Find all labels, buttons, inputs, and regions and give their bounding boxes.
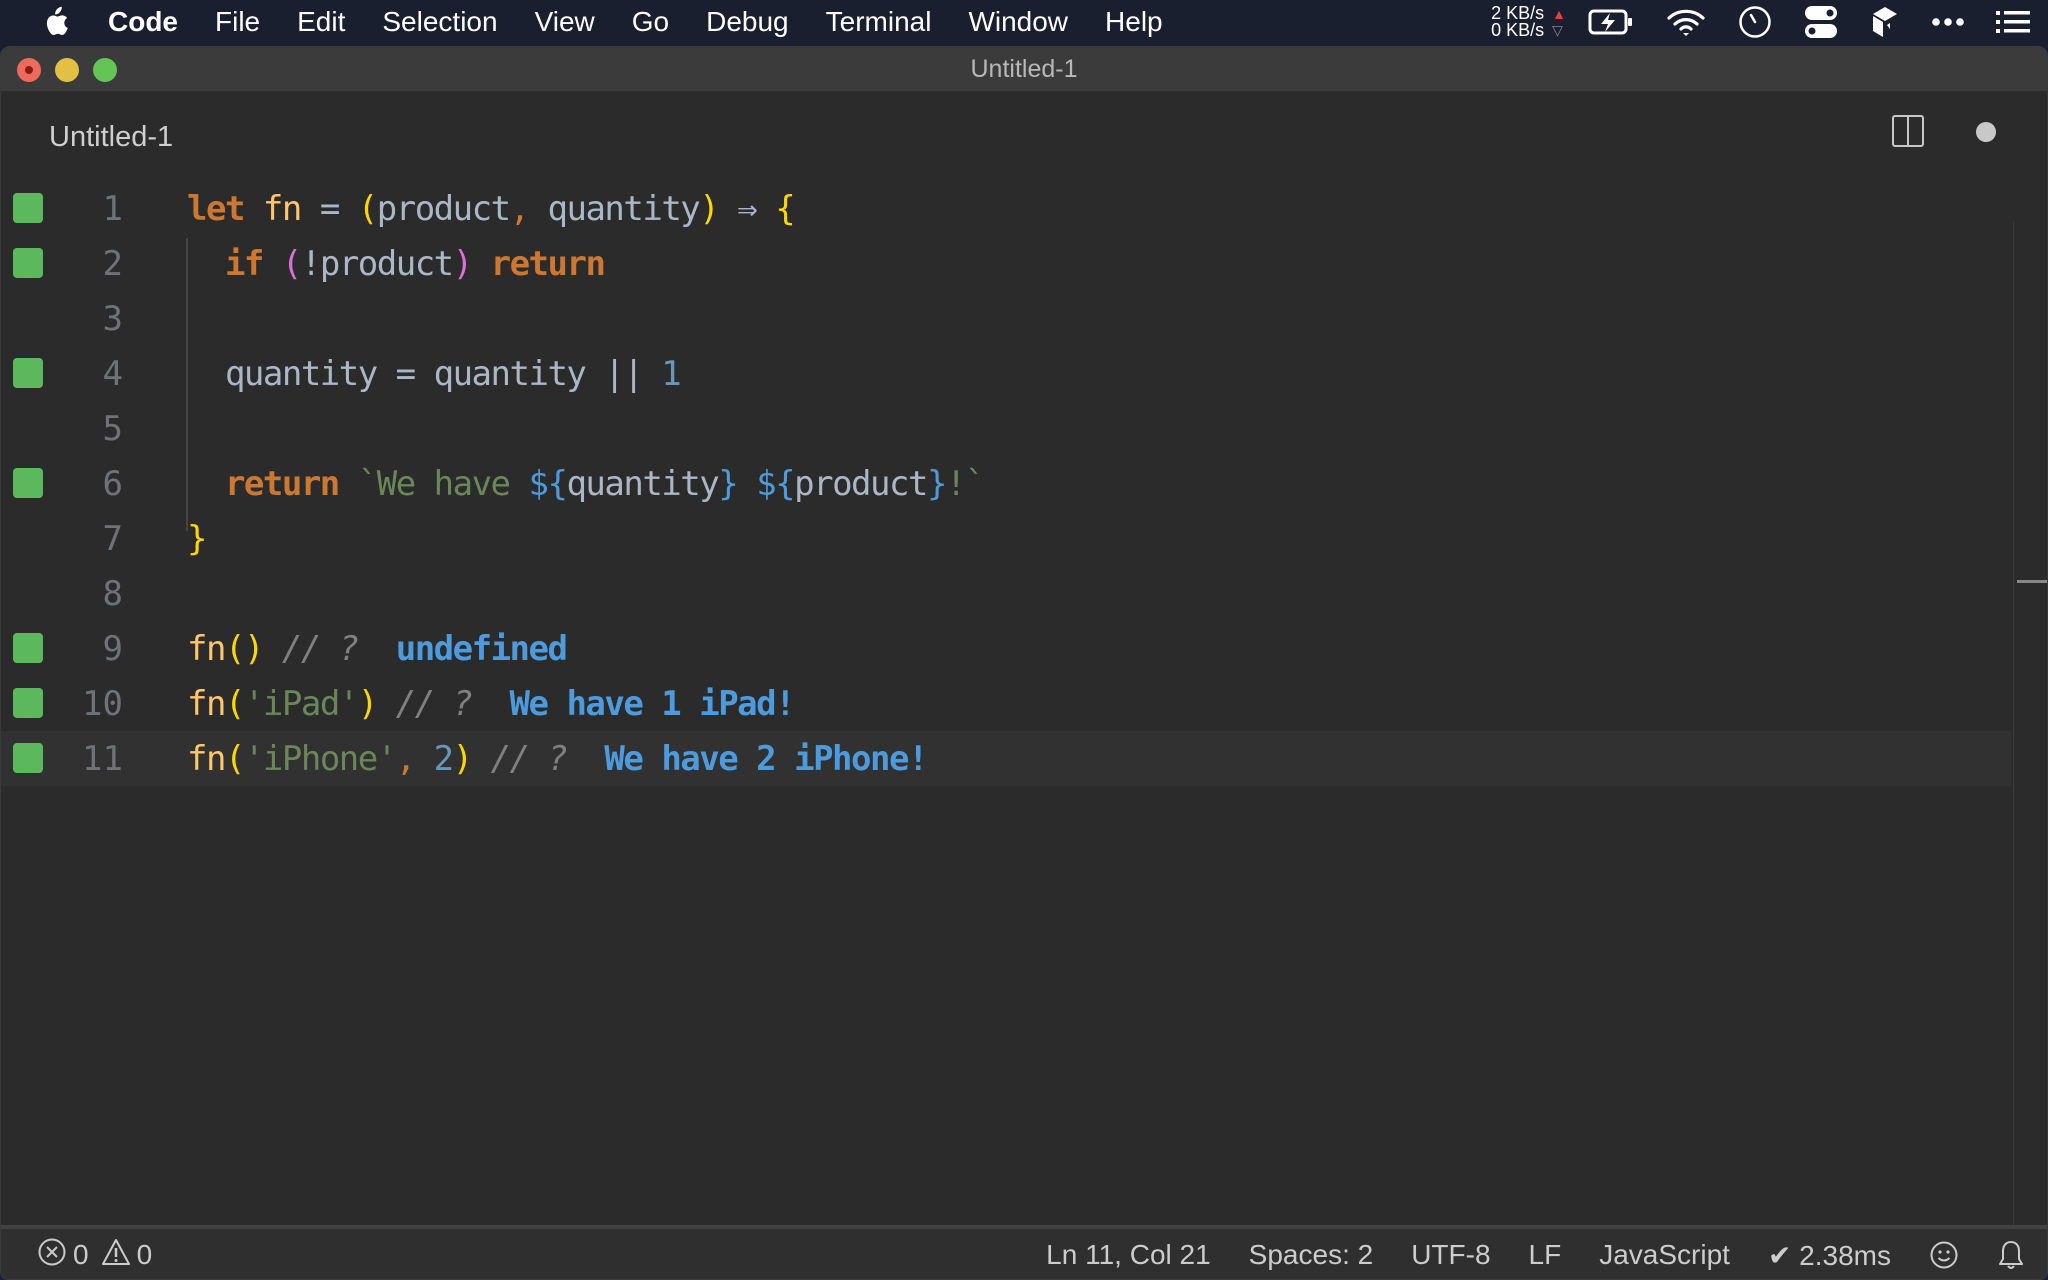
window-title: Untitled-1 [970, 54, 1078, 83]
minimize-window-button[interactable] [55, 58, 79, 82]
unsaved-changes-dot-icon[interactable] [1976, 122, 1996, 142]
tab-untitled-1[interactable]: Untitled-1 [49, 121, 173, 154]
code-line[interactable]: 7 } [1, 511, 2011, 566]
apple-logo-icon[interactable] [40, 5, 70, 39]
line-number: 1 [102, 188, 123, 229]
code-text: if (!product) return [224, 243, 606, 284]
box-icon[interactable] [1870, 5, 1900, 39]
code-text: } [187, 518, 207, 559]
coverage-marker [13, 688, 43, 718]
battery-charging-icon[interactable] [1588, 8, 1634, 36]
line-number: 10 [82, 683, 123, 724]
notifications-bell-icon[interactable] [1997, 1239, 2025, 1271]
toggles-icon[interactable] [1804, 5, 1838, 39]
coverage-marker [13, 248, 43, 278]
file-encoding[interactable]: UTF-8 [1411, 1239, 1490, 1271]
inline-result: We have 2 iPhone! [585, 738, 928, 779]
download-arrow-icon: ▽ [1552, 22, 1563, 38]
macos-menu-bar: Code File Edit Selection View Go Debug T… [0, 0, 2048, 44]
title-bar: Untitled-1 [1, 47, 2047, 91]
code-text: return `We have ${quantity} ${product}!` [224, 463, 985, 504]
code-line[interactable]: 9 fn() // ? undefined [1, 621, 2011, 676]
menu-debug[interactable]: Debug [706, 6, 789, 38]
language-mode[interactable]: JavaScript [1599, 1239, 1730, 1271]
menu-file[interactable]: File [215, 6, 260, 38]
clock-icon[interactable] [1738, 5, 1772, 39]
menu-view[interactable]: View [535, 6, 595, 38]
quokka-timing[interactable]: ✔ 2.38ms [1768, 1239, 1891, 1272]
menu-edit[interactable]: Edit [297, 6, 345, 38]
code-line[interactable]: 5 [1, 401, 2011, 456]
line-number: 6 [102, 463, 123, 504]
code-text: fn() // ? undefined [187, 628, 568, 669]
close-window-button[interactable] [17, 58, 41, 82]
coverage-marker [13, 633, 43, 663]
window-controls [17, 58, 117, 82]
error-count: 0 [73, 1239, 89, 1270]
code-line[interactable]: 6 return `We have ${quantity} ${product}… [1, 456, 2011, 511]
line-number: 11 [82, 738, 123, 779]
status-bar: 0 0 Ln 11, Col 21 Spaces: 2 UTF-8 LF Jav… [1, 1225, 2047, 1279]
line-number: 2 [102, 243, 123, 284]
split-editor-icon[interactable] [1892, 115, 1924, 147]
error-icon [37, 1237, 67, 1274]
line-number: 5 [102, 408, 123, 449]
warning-count: 0 [136, 1239, 153, 1270]
scrollbar-cursor-marker [2017, 580, 2047, 583]
menu-bar-tray: 2 KB/s 0 KB/s ▲ ▽ [1491, 0, 2048, 44]
cursor-position[interactable]: Ln 11, Col 21 [1046, 1239, 1211, 1271]
feedback-smiley-icon[interactable] [1929, 1240, 1959, 1270]
list-icon[interactable] [1996, 10, 2030, 34]
network-arrows: ▲ ▽ [1552, 6, 1566, 38]
menu-window[interactable]: Window [968, 6, 1068, 38]
menu-app-code[interactable]: Code [108, 6, 178, 38]
status-bar-right: Ln 11, Col 21 Spaces: 2 UTF-8 LF JavaScr… [1046, 1239, 2047, 1272]
maximize-window-button[interactable] [93, 58, 117, 82]
menu-help[interactable]: Help [1105, 6, 1163, 38]
vertical-scrollbar[interactable] [2013, 221, 2047, 1225]
coverage-marker [13, 358, 43, 388]
inline-result: undefined [376, 628, 568, 669]
code-line[interactable]: 1 let fn = (product, quantity) ⇒ { [1, 181, 2011, 236]
menu-terminal[interactable]: Terminal [826, 6, 932, 38]
coverage-marker [13, 743, 43, 773]
code-line[interactable]: 2 if (!product) return [1, 236, 2011, 291]
wifi-icon[interactable] [1666, 7, 1706, 37]
vscode-window: Untitled-1 Untitled-1 1 let fn = (produc… [0, 46, 2048, 1280]
line-number: 9 [102, 628, 123, 669]
coverage-marker [13, 193, 43, 223]
code-editor[interactable]: 1 let fn = (product, quantity) ⇒ { 2 if … [1, 181, 2047, 1225]
end-of-line[interactable]: LF [1529, 1239, 1562, 1271]
menu-go[interactable]: Go [632, 6, 669, 38]
code-line-current[interactable]: 11 fn('iPhone', 2) // ? We have 2 iPhone… [1, 731, 2011, 786]
upload-arrow-icon: ▲ [1552, 6, 1566, 22]
code-line[interactable]: 8 [1, 566, 2011, 621]
line-number: 8 [102, 573, 123, 614]
coverage-marker [13, 468, 43, 498]
network-speed[interactable]: 2 KB/s 0 KB/s [1491, 4, 1545, 40]
inline-result: We have 1 iPad! [490, 683, 796, 724]
code-line[interactable]: 10 fn('iPad') // ? We have 1 iPad! [1, 676, 2011, 731]
code-text: fn('iPad') // ? We have 1 iPad! [187, 683, 796, 724]
problems-indicator[interactable]: 0 0 [37, 1237, 152, 1274]
code-text: let fn = (product, quantity) ⇒ { [187, 188, 796, 229]
line-number: 3 [102, 298, 123, 339]
net-download-speed: 0 KB/s [1491, 20, 1545, 40]
code-text: fn('iPhone', 2) // ? We have 2 iPhone! [187, 738, 928, 779]
code-line[interactable]: 3 [1, 291, 2011, 346]
editor-tab-bar: Untitled-1 [1, 91, 2047, 181]
menu-selection[interactable]: Selection [382, 6, 497, 38]
line-number: 4 [102, 353, 123, 394]
code-text: quantity = quantity || 1 [224, 353, 682, 394]
warning-icon [101, 1237, 131, 1274]
line-number: 7 [102, 518, 123, 559]
indentation-setting[interactable]: Spaces: 2 [1249, 1239, 1374, 1271]
code-line[interactable]: 4 quantity = quantity || 1 [1, 346, 2011, 401]
more-icon[interactable] [1932, 17, 1964, 27]
